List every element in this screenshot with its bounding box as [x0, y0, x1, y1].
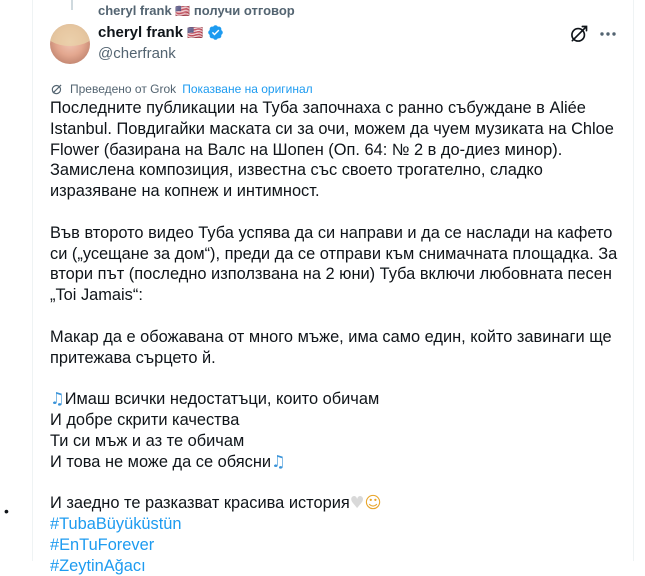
avatar-hair [50, 24, 90, 46]
translation-bar: Преведено от Grok Показване на оригинал [50, 82, 313, 96]
tweet-text: Последните публикации на Туба започнаха … [50, 98, 628, 576]
lyric-line: Ти си мъж и аз те обичам [50, 431, 245, 450]
reply-context-flag: 🇺🇸 [175, 4, 191, 18]
lyric-line: И това не може да се обясни♫ [50, 452, 628, 473]
musical-note-icon: ♫ [271, 451, 286, 471]
translation-label: Преведено от Grok [70, 82, 177, 96]
tweet-paragraph: Във второто видео Туба успява да си напр… [50, 223, 618, 305]
show-original-link[interactable]: Показване на оригинал [182, 82, 312, 96]
author-name-row: cheryl frank 🇺🇸 [98, 24, 224, 41]
musical-note-icon: ♫ [50, 389, 65, 409]
hashtag-link[interactable]: #ZeytinAğacı [50, 556, 628, 576]
thread-connector-line [71, 0, 73, 10]
author-handle[interactable]: @cherfrank [98, 45, 176, 62]
lyric-text: Имаш всички недостатъци, които обичам [64, 390, 380, 409]
reply-context-action: получи отговор [193, 3, 295, 18]
right-gutter [634, 0, 645, 561]
more-icon[interactable] [598, 28, 618, 40]
verified-badge-icon[interactable] [207, 24, 224, 41]
lyric-text: И това не може да се обясни [50, 452, 272, 471]
hashtag-link[interactable]: #TubaBüyüküstün [50, 514, 628, 535]
reply-context[interactable]: cheryl frank 🇺🇸 получи отговор [98, 3, 295, 18]
lyric-line: ♫Имаш всички недостатъци, които обичам [50, 389, 628, 410]
closing-text: И заедно те разказват красива история [50, 494, 350, 513]
avatar[interactable] [50, 24, 90, 64]
tweet-paragraph: Последните публикации на Туба започнаха … [50, 99, 614, 201]
timeline-left-border [32, 0, 33, 561]
closing-line: И заедно те разказват красива история♥☺ [50, 493, 628, 514]
lyric-line: И добре скрити качества [50, 410, 240, 429]
reply-context-author[interactable]: cheryl frank [98, 3, 172, 18]
relieved-face-icon: ☺ [364, 493, 382, 513]
hashtag-link[interactable]: #EnTuForever [50, 535, 628, 556]
bullet-dot: • [4, 503, 9, 519]
author-display-name[interactable]: cheryl frank [98, 24, 183, 41]
tweet-paragraph: Макар да е обожавана от много мъже, има … [50, 327, 612, 367]
grok-icon[interactable] [569, 24, 589, 44]
author-flag: 🇺🇸 [187, 24, 204, 40]
white-heart-icon: ♥ [349, 493, 365, 513]
grok-translate-icon [51, 84, 62, 95]
